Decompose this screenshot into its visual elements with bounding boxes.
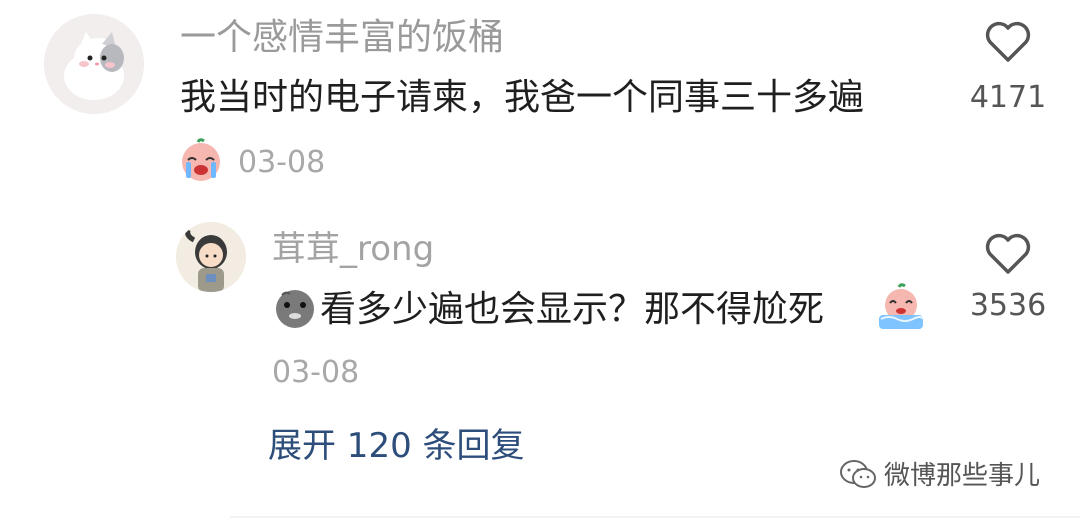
crying-face-sticker-icon <box>178 138 224 184</box>
reply-like-count: 3536 <box>969 288 1047 323</box>
crying-peach-sticker-icon <box>877 283 925 331</box>
reply-date: 03-08 <box>272 355 360 390</box>
like-heart-icon[interactable] <box>983 18 1033 64</box>
reply-username[interactable]: 茸茸_rong <box>272 230 434 268</box>
avatar[interactable] <box>176 222 246 292</box>
watermark-text: 微博那些事儿 <box>884 461 1041 491</box>
girl-avatar-icon <box>176 222 246 292</box>
like-heart-icon[interactable] <box>983 230 1033 276</box>
gray-blob-sticker-icon <box>272 285 318 331</box>
wechat-icon <box>838 458 878 492</box>
comment-date: 03-08 <box>238 145 326 180</box>
divider <box>230 516 1080 518</box>
comment-text: 我当时的电子请柬，我爸一个同事三十多遍 <box>180 77 865 118</box>
username[interactable]: 一个感情丰富的饭桶 <box>180 18 504 58</box>
expand-replies-link[interactable]: 展开 120 条回复 <box>268 427 525 465</box>
like-count: 4171 <box>969 80 1047 115</box>
cat-avatar-icon <box>44 14 144 114</box>
avatar[interactable] <box>44 14 144 114</box>
reply-text: 看多少遍也会显示？那不得尬死 <box>320 289 825 330</box>
